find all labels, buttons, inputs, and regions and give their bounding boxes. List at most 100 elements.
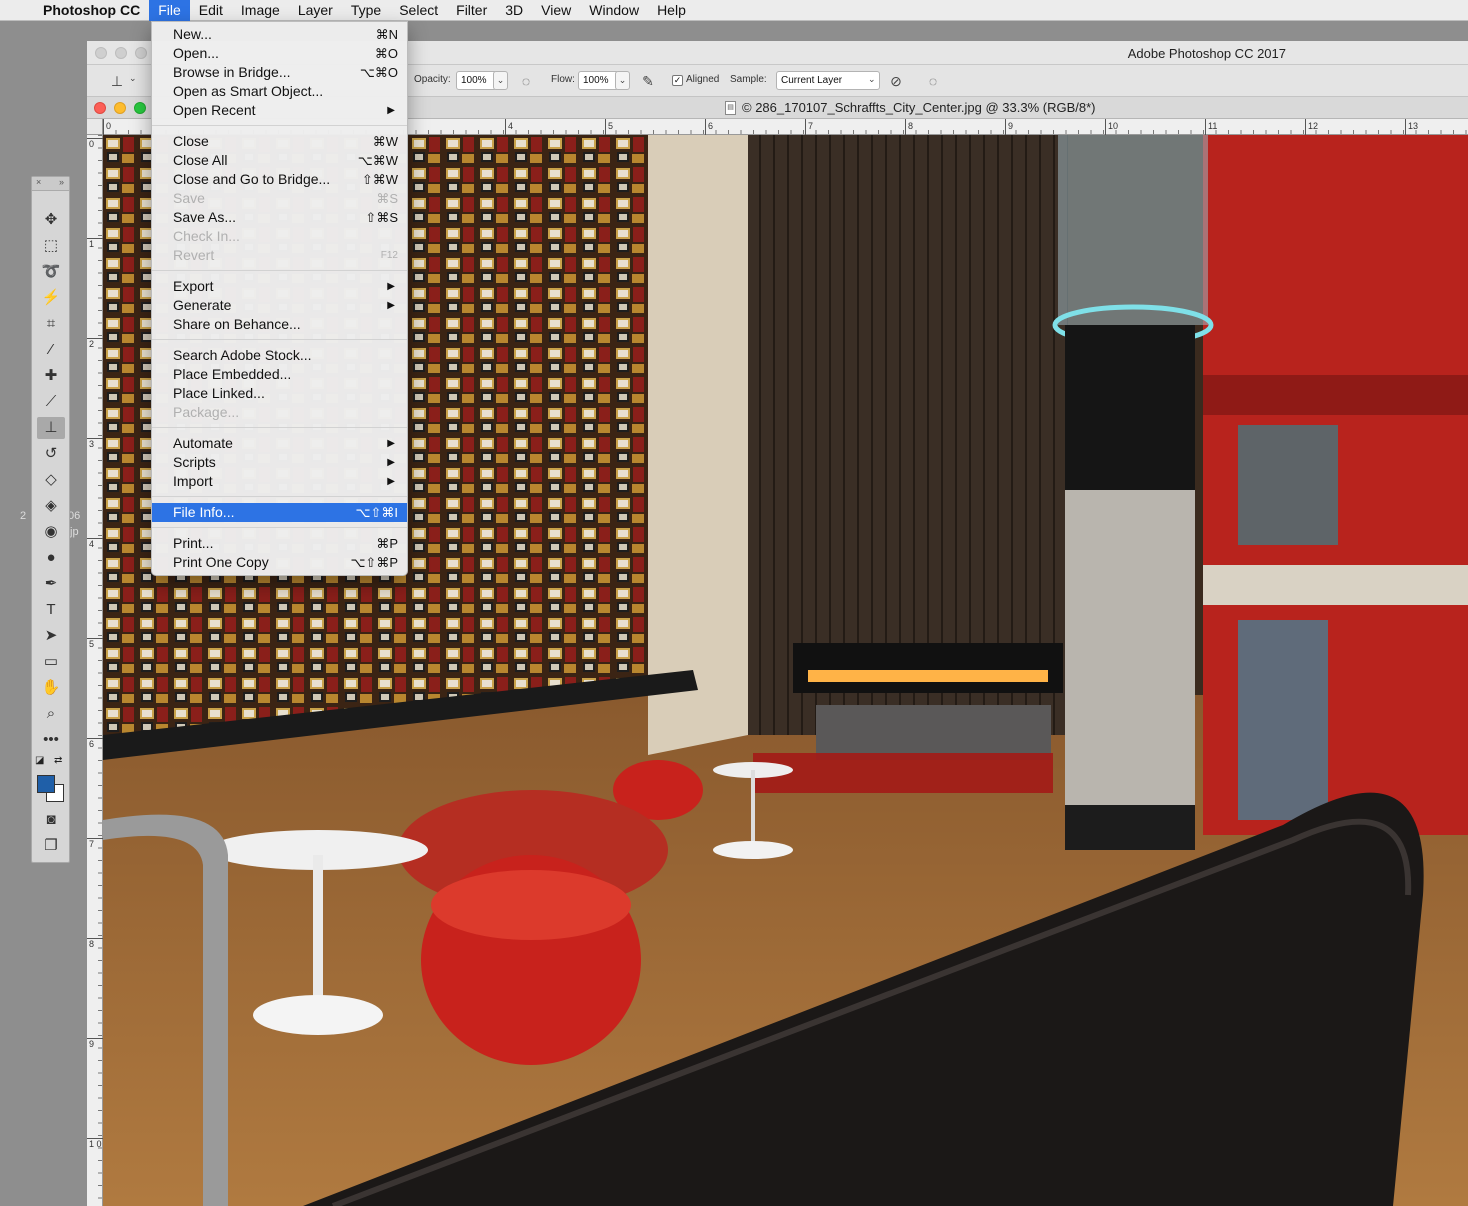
menu-item-generate[interactable]: Generate ▶: [152, 296, 407, 315]
paint-bucket-icon[interactable]: ◈: [37, 495, 65, 517]
ruler-corner[interactable]: [87, 119, 103, 135]
swap-colors-icon[interactable]: ⇄: [54, 755, 62, 766]
doc-minimize-button[interactable]: [114, 102, 126, 114]
menu-item-place-embedded[interactable]: Place Embedded...: [152, 365, 407, 384]
menu-edit[interactable]: Edit: [190, 0, 232, 21]
menu-3d[interactable]: 3D: [496, 0, 532, 21]
ruler-label: 12: [1305, 119, 1318, 135]
type-icon[interactable]: T: [37, 599, 65, 621]
marquee-icon[interactable]: ⬚: [37, 235, 65, 257]
menu-item-scripts[interactable]: Scripts ▶: [152, 453, 407, 472]
sample-select[interactable]: Current Layer: [776, 71, 880, 90]
history-brush-icon[interactable]: ↺: [37, 443, 65, 465]
doc-close-button[interactable]: [94, 102, 106, 114]
opacity-input[interactable]: 100%: [456, 71, 497, 90]
aligned-checkbox[interactable]: ✓: [672, 75, 683, 86]
menu-item-close-and-go-to-bridge[interactable]: Close and Go to Bridge... ⇧⌘W: [152, 170, 407, 189]
magic-wand-icon[interactable]: ⚡: [37, 287, 65, 309]
menu-item-search-adobe-stock[interactable]: Search Adobe Stock...: [152, 346, 407, 365]
lasso-icon[interactable]: ➰: [37, 261, 65, 283]
chevron-down-icon[interactable]: ⌄: [129, 73, 137, 84]
expand-icon[interactable]: »: [59, 177, 64, 187]
menu-item-new[interactable]: New... ⌘N: [152, 25, 407, 44]
shortcut-label: ⌘S: [376, 191, 398, 206]
airbrush-icon[interactable]: ✎: [638, 71, 658, 91]
foreground-color-swatch[interactable]: [37, 775, 55, 793]
blur-icon[interactable]: ◉: [37, 521, 65, 543]
ruler-label: 5: [605, 119, 613, 135]
menu-item-label: Open...: [173, 45, 219, 61]
window-zoom-button[interactable]: [135, 47, 147, 59]
menu-help[interactable]: Help: [648, 0, 695, 21]
ruler-label: 0: [87, 138, 103, 152]
move-icon[interactable]: ✥: [37, 209, 65, 231]
hand-icon[interactable]: ✋: [37, 677, 65, 699]
menu-item-open-recent[interactable]: Open Recent ▶: [152, 101, 407, 120]
clone-stamp-preset-icon[interactable]: ⊥: [107, 71, 127, 91]
opacity-dropdown[interactable]: ⌄: [493, 71, 508, 90]
menu-app-name[interactable]: Photoshop CC: [34, 2, 149, 18]
crop-icon[interactable]: ⌗: [37, 313, 65, 335]
eraser-icon[interactable]: ◇: [37, 469, 65, 491]
sample-chevron-icon[interactable]: ⌄: [868, 74, 876, 85]
menu-item-export[interactable]: Export ▶: [152, 277, 407, 296]
menu-item-automate[interactable]: Automate ▶: [152, 434, 407, 453]
path-selection-icon[interactable]: ➤: [37, 625, 65, 647]
healing-brush-icon[interactable]: ✚: [37, 365, 65, 387]
menu-layer[interactable]: Layer: [289, 0, 342, 21]
rectangle-icon[interactable]: ▭: [37, 651, 65, 673]
menu-type[interactable]: Type: [342, 0, 390, 21]
menu-image[interactable]: Image: [232, 0, 289, 21]
shortcut-label: F12: [380, 250, 398, 261]
default-colors-icon[interactable]: ◪: [35, 755, 44, 766]
clone-stamp-icon[interactable]: ⊥: [37, 417, 65, 439]
ignore-adjustment-layers-icon[interactable]: ⊘: [886, 71, 906, 91]
menu-item-label: Place Embedded...: [173, 366, 292, 382]
menu-item-label: Import: [173, 473, 213, 489]
shortcut-label: ⇧⌘W: [361, 172, 398, 187]
menu-item-close[interactable]: Close ⌘W: [152, 132, 407, 151]
menu-item-close-all[interactable]: Close All ⌥⌘W: [152, 151, 407, 170]
dodge-icon[interactable]: ●: [37, 547, 65, 569]
menu-select[interactable]: Select: [390, 0, 447, 21]
menu-item-place-linked[interactable]: Place Linked...: [152, 384, 407, 403]
window-close-button[interactable]: [95, 47, 107, 59]
menu-item-open[interactable]: Open... ⌘O: [152, 44, 407, 63]
quick-mask-icon[interactable]: ◙: [37, 809, 65, 831]
menu-file[interactable]: File: [149, 0, 190, 21]
menu-item-browse-in-bridge[interactable]: Browse in Bridge... ⌥⌘O: [152, 63, 407, 82]
menu-item-revert: Revert F12: [152, 246, 407, 265]
tools-panel-header[interactable]: × »: [32, 177, 69, 191]
brush-icon[interactable]: ⟋: [37, 391, 65, 413]
window-minimize-button[interactable]: [115, 47, 127, 59]
menu-item-file-info[interactable]: File Info... ⌥⇧⌘I: [152, 503, 407, 522]
close-icon[interactable]: ×: [36, 177, 41, 187]
menu-bar: Photoshop CC File Edit Image Layer Type …: [0, 0, 1468, 21]
menu-filter[interactable]: Filter: [447, 0, 496, 21]
zoom-icon[interactable]: ⌕: [37, 703, 65, 725]
doc-zoom-button[interactable]: [134, 102, 146, 114]
menu-item-print[interactable]: Print... ⌘P: [152, 534, 407, 553]
pen-icon[interactable]: ✒: [37, 573, 65, 595]
menu-view[interactable]: View: [532, 0, 580, 21]
document-title: © 286_170107_Schraffts_City_Center.jpg @…: [742, 100, 1096, 115]
flow-dropdown[interactable]: ⌄: [615, 71, 630, 90]
more-tools-icon[interactable]: •••: [37, 729, 65, 751]
menu-item-label: Generate: [173, 297, 232, 313]
vertical-ruler[interactable]: 0 1 2 3 4 5 6 7 8 9 1 0: [87, 135, 103, 1206]
eyedropper-icon[interactable]: ⁄: [37, 339, 65, 361]
tools-panel: × » ✥ ⬚ ➰ ⚡ ⌗ ⁄ ✚ ⟋ ⊥ ↺ ◇ ◈ ◉ ● ✒ T ➤ ▭ …: [31, 176, 70, 863]
menu-item-share-on-behance[interactable]: Share on Behance...: [152, 315, 407, 334]
menu-item-open-as-smart-object[interactable]: Open as Smart Object...: [152, 82, 407, 101]
menu-item-check-in: Check In...: [152, 227, 407, 246]
menu-item-print-one-copy[interactable]: Print One Copy ⌥⇧⌘P: [152, 553, 407, 572]
pressure-size-icon[interactable]: ◌: [923, 71, 943, 91]
menu-item-import[interactable]: Import ▶: [152, 472, 407, 491]
screen-mode-icon[interactable]: ❐: [37, 835, 65, 857]
menu-item-label: Revert: [173, 247, 215, 263]
menu-item-save-as[interactable]: Save As... ⇧⌘S: [152, 208, 407, 227]
flow-input[interactable]: 100%: [578, 71, 619, 90]
ruler-label: 11: [1205, 119, 1217, 135]
menu-window[interactable]: Window: [580, 0, 648, 21]
pressure-opacity-icon[interactable]: ◌: [516, 71, 536, 91]
